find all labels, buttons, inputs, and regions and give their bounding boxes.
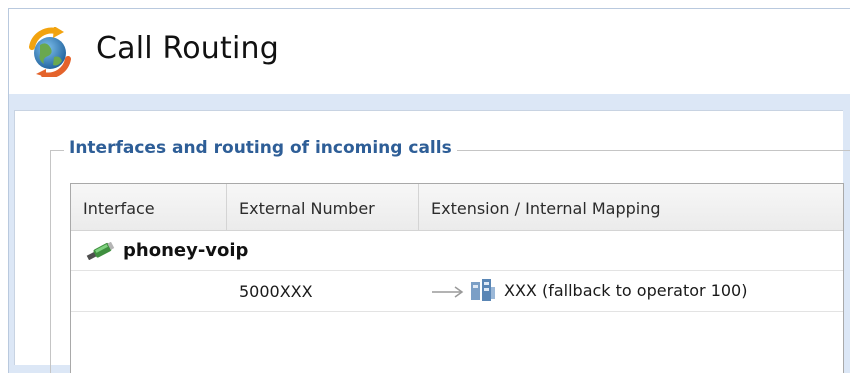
external-number-cell: 5000XXX: [239, 282, 313, 301]
page-header: Call Routing: [9, 9, 850, 94]
extension-phone-icon: [471, 279, 495, 301]
page-title: Call Routing: [96, 31, 279, 66]
table-group-row[interactable]: phoney-voip: [71, 231, 843, 271]
column-header-mapping[interactable]: Extension / Internal Mapping: [419, 184, 843, 230]
arrow-right-icon: [432, 286, 464, 298]
mapping-cell: XXX (fallback to operator 100): [504, 281, 748, 300]
interface-group-label: phoney-voip: [123, 240, 249, 261]
table-header: Interface External Number Extension / In…: [71, 184, 843, 231]
table-row[interactable]: 5000XXX XXX (fallback to operator 100): [71, 271, 843, 312]
network-plug-icon: [86, 242, 115, 260]
routing-table[interactable]: Interface External Number Extension / In…: [70, 183, 844, 373]
globe-sync-icon: [29, 27, 71, 77]
column-header-external-number[interactable]: External Number: [227, 184, 419, 230]
column-header-interface[interactable]: Interface: [71, 184, 227, 230]
section-legend: Interfaces and routing of incoming calls: [64, 138, 457, 158]
